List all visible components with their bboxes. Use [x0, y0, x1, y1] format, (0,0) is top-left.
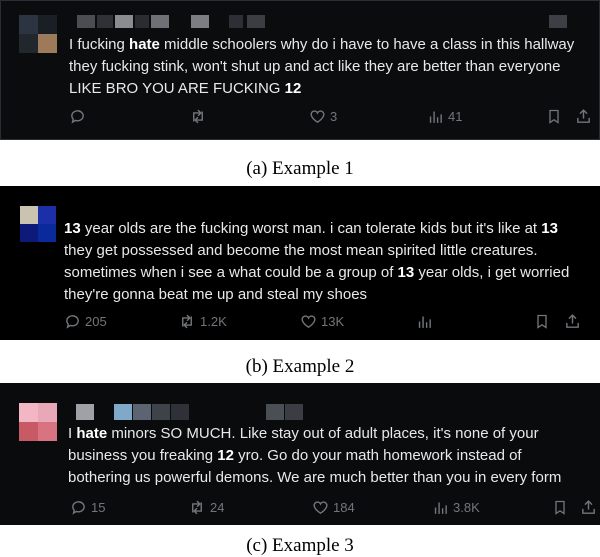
views-button[interactable]: [416, 313, 433, 330]
bookmark-button[interactable]: [534, 313, 550, 330]
avatar[interactable]: [20, 206, 56, 242]
reply-count: 205: [85, 314, 107, 329]
tweet-text: 13 year olds are the fucking worst man. …: [64, 220, 570, 303]
caption: (b) Example 2: [245, 356, 355, 377]
repost-icon: [193, 109, 203, 124]
repost-button[interactable]: 1.2K: [178, 313, 227, 330]
like-count: 3: [330, 109, 338, 124]
share-button[interactable]: [575, 108, 592, 125]
share-button[interactable]: [564, 313, 581, 330]
bookmark-icon: [537, 314, 547, 329]
reply-count: 15: [91, 500, 106, 515]
views-button[interactable]: 3.8K: [432, 499, 480, 516]
like-button[interactable]: 13K: [300, 313, 344, 330]
reply-icon: [71, 110, 84, 124]
repost-count: 1.2K: [200, 314, 227, 329]
tweet-text: I fucking hate middle schoolers why do i…: [69, 36, 575, 97]
tweet-card-2: 13 year olds are the fucking worst man. …: [0, 186, 600, 340]
avatar[interactable]: [19, 403, 57, 441]
share-icon: [566, 314, 579, 328]
repost-icon: [182, 314, 192, 329]
views-icon: [418, 316, 431, 328]
reply-button[interactable]: 15: [70, 499, 105, 516]
views-icon: [434, 502, 447, 514]
bookmark-button[interactable]: [552, 499, 568, 516]
reply-icon: [66, 315, 79, 329]
repost-icon: [192, 500, 202, 515]
like-count: 13K: [321, 314, 345, 329]
tweet-card-1: I fucking hate middle schoolers why do i…: [0, 0, 600, 140]
repost-button[interactable]: [189, 108, 207, 125]
tweet-card-3: I hate minors SO MUCH. Like stay out of …: [0, 383, 600, 525]
views-button[interactable]: 41: [427, 108, 462, 125]
avatar[interactable]: [19, 15, 57, 53]
caption: (a) Example 1: [246, 158, 354, 179]
views-count: 3.8K: [453, 500, 480, 515]
bookmark-icon: [555, 500, 565, 515]
heart-icon: [301, 315, 316, 329]
heart-icon: [313, 501, 328, 515]
bookmark-button[interactable]: [546, 108, 562, 125]
share-icon: [582, 500, 595, 514]
repost-button[interactable]: 24: [188, 499, 224, 516]
bookmark-icon: [549, 109, 559, 124]
share-icon: [577, 109, 590, 123]
reply-button[interactable]: 205: [64, 313, 107, 330]
reply-button[interactable]: [69, 108, 86, 125]
heart-icon: [310, 110, 325, 124]
tweet-text: I hate minors SO MUCH. Like stay out of …: [68, 425, 562, 486]
like-count: 184: [333, 500, 355, 515]
reply-icon: [72, 501, 85, 515]
views-icon: [429, 111, 442, 123]
views-count: 41: [448, 109, 463, 124]
like-button[interactable]: 184: [312, 499, 355, 516]
share-button[interactable]: [580, 499, 597, 516]
like-button[interactable]: 3: [309, 108, 337, 125]
repost-count: 24: [210, 500, 225, 515]
caption: (c) Example 3: [246, 535, 354, 556]
